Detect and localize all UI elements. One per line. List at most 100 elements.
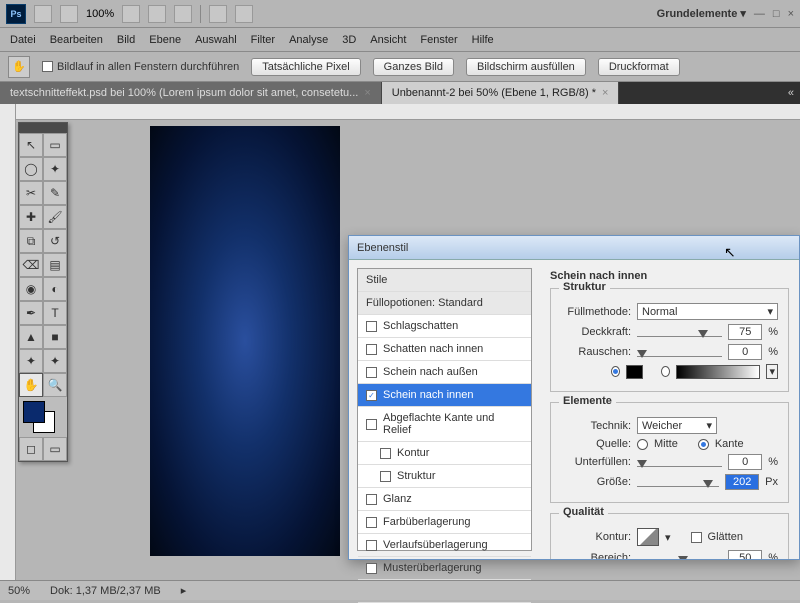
3d-camera-tool[interactable]: ✦ — [43, 349, 67, 373]
gradient-tool[interactable]: ▤ — [43, 253, 67, 277]
style-row-farb-berlagerung[interactable]: Farbüberlagerung — [358, 511, 531, 534]
choke-slider[interactable] — [637, 454, 722, 470]
styles-header[interactable]: Stile — [358, 269, 531, 292]
style-checkbox[interactable] — [380, 471, 391, 482]
scroll-all-windows-checkbox[interactable]: Bildlauf in allen Fenstern durchführen — [42, 61, 239, 73]
type-tool[interactable]: T — [43, 301, 67, 325]
noise-value[interactable]: 0 — [728, 344, 762, 360]
source-edge-radio[interactable] — [698, 439, 709, 450]
style-row-muster-berlagerung[interactable]: Musterüberlagerung — [358, 557, 531, 580]
gradient-radio[interactable] — [661, 366, 670, 377]
menu-layer[interactable]: Ebene — [149, 34, 181, 46]
style-row-abgeflachte-kante-und-relief[interactable]: Abgeflachte Kante und Relief — [358, 407, 531, 442]
style-checkbox[interactable] — [366, 540, 377, 551]
zoom-tool[interactable]: 🔍 — [43, 373, 67, 397]
menu-analysis[interactable]: Analyse — [289, 34, 328, 46]
style-row-schein-nach-au-en[interactable]: Schein nach außen — [358, 361, 531, 384]
tab-overflow[interactable]: « — [619, 82, 800, 104]
minimize-button[interactable]: — — [754, 8, 765, 20]
eraser-tool[interactable]: ⌫ — [19, 253, 43, 277]
style-checkbox[interactable] — [366, 419, 377, 430]
tools-panel-grip[interactable] — [19, 123, 67, 133]
style-checkbox[interactable] — [366, 321, 377, 332]
crop-tool[interactable]: ✂ — [19, 181, 43, 205]
close-icon[interactable]: × — [364, 87, 370, 99]
range-value[interactable]: 50 — [728, 550, 762, 559]
quickselect-tool[interactable]: ✦ — [43, 157, 67, 181]
screenmode-toggle[interactable]: ▭ — [43, 437, 67, 461]
menu-file[interactable]: Datei — [10, 34, 36, 46]
document-tab-1[interactable]: textschnitteffekt.psd bei 100% (Lorem ip… — [0, 82, 382, 104]
3d-tool[interactable]: ✦ — [19, 349, 43, 373]
close-icon[interactable]: × — [602, 87, 608, 99]
gradient-dropdown[interactable]: ▾ — [766, 364, 778, 379]
menu-3d[interactable]: 3D — [342, 34, 356, 46]
opacity-slider[interactable] — [637, 324, 722, 340]
canvas[interactable] — [150, 126, 340, 556]
workspace-switcher[interactable]: Grundelemente — [657, 7, 746, 20]
menu-view[interactable]: Ansicht — [370, 34, 406, 46]
close-button[interactable]: × — [788, 8, 794, 20]
style-checkbox[interactable] — [366, 563, 377, 574]
style-row-struktur[interactable]: Struktur — [358, 465, 531, 488]
style-row-kontur[interactable]: Kontur — [358, 442, 531, 465]
dialog-titlebar[interactable]: Ebenenstil — [349, 236, 799, 260]
menu-window[interactable]: Fenster — [420, 34, 457, 46]
style-checkbox[interactable] — [366, 494, 377, 505]
blendmode-select[interactable]: Normal▾ — [637, 303, 778, 320]
move-tool[interactable]: ↖ — [19, 133, 43, 157]
size-value[interactable]: 202 — [725, 474, 759, 490]
menu-edit[interactable]: Bearbeiten — [50, 34, 103, 46]
path-select-tool[interactable]: ▲ — [19, 325, 43, 349]
menu-select[interactable]: Auswahl — [195, 34, 237, 46]
contour-dropdown[interactable]: ▾ — [665, 531, 671, 544]
document-tab-2[interactable]: Unbenannt-2 bei 50% (Ebene 1, RGB/8) * × — [382, 82, 620, 104]
current-tool-icon[interactable]: ✋ — [8, 56, 30, 78]
style-checkbox[interactable] — [380, 448, 391, 459]
color-swatches[interactable] — [19, 397, 67, 437]
arrange-button[interactable] — [209, 5, 227, 23]
contour-picker[interactable] — [637, 528, 659, 546]
style-row-schatten-nach-innen[interactable]: Schatten nach innen — [358, 338, 531, 361]
actual-pixels-button[interactable]: Tatsächliche Pixel — [251, 58, 360, 76]
style-row-glanz[interactable]: Glanz — [358, 488, 531, 511]
style-row-verlaufs-berlagerung[interactable]: Verlaufsüberlagerung — [358, 534, 531, 557]
range-slider[interactable] — [637, 550, 722, 559]
source-center-radio[interactable] — [637, 439, 648, 450]
style-row-schlagschatten[interactable]: Schlagschatten — [358, 315, 531, 338]
fit-screen-button[interactable]: Ganzes Bild — [373, 58, 454, 76]
foreground-color[interactable] — [23, 401, 45, 423]
maximize-button[interactable]: □ — [773, 8, 780, 20]
style-checkbox[interactable]: ✓ — [366, 390, 377, 401]
blend-options-row[interactable]: Füllopotionen: Standard — [358, 292, 531, 315]
bridge-button[interactable] — [34, 5, 52, 23]
marquee-tool[interactable]: ▭ — [43, 133, 67, 157]
history-brush-tool[interactable]: ↺ — [43, 229, 67, 253]
zoom-field[interactable]: 50% — [8, 585, 30, 597]
shape-tool[interactable]: ■ — [43, 325, 67, 349]
screenmode-button[interactable] — [235, 5, 253, 23]
stamp-tool[interactable]: ⧉ — [19, 229, 43, 253]
size-slider[interactable] — [637, 474, 719, 490]
pen-tool[interactable]: ✒ — [19, 301, 43, 325]
status-menu-icon[interactable]: ▸ — [181, 584, 187, 597]
view-extras-button[interactable] — [60, 5, 78, 23]
style-checkbox[interactable] — [366, 367, 377, 378]
brush-tool[interactable]: 🖌 — [43, 205, 67, 229]
hand-tool[interactable]: ✋ — [19, 373, 43, 397]
zoom-level[interactable]: 100% — [86, 8, 114, 20]
fill-screen-button[interactable]: Bildschirm ausfüllen — [466, 58, 586, 76]
zoom-tool-shortcut[interactable] — [148, 5, 166, 23]
color-radio[interactable] — [611, 366, 620, 377]
dodge-tool[interactable]: ◐ — [43, 277, 67, 301]
menu-help[interactable]: Hilfe — [472, 34, 494, 46]
style-row-schein-nach-innen[interactable]: ✓Schein nach innen — [358, 384, 531, 407]
noise-slider[interactable] — [637, 344, 722, 360]
glow-gradient[interactable] — [676, 365, 760, 379]
antialias-checkbox[interactable] — [691, 532, 702, 543]
lasso-tool[interactable]: ◯ — [19, 157, 43, 181]
glow-color-swatch[interactable] — [626, 365, 643, 379]
opacity-value[interactable]: 75 — [728, 324, 762, 340]
healing-tool[interactable]: ✚ — [19, 205, 43, 229]
eyedropper-tool[interactable]: ✎ — [43, 181, 67, 205]
